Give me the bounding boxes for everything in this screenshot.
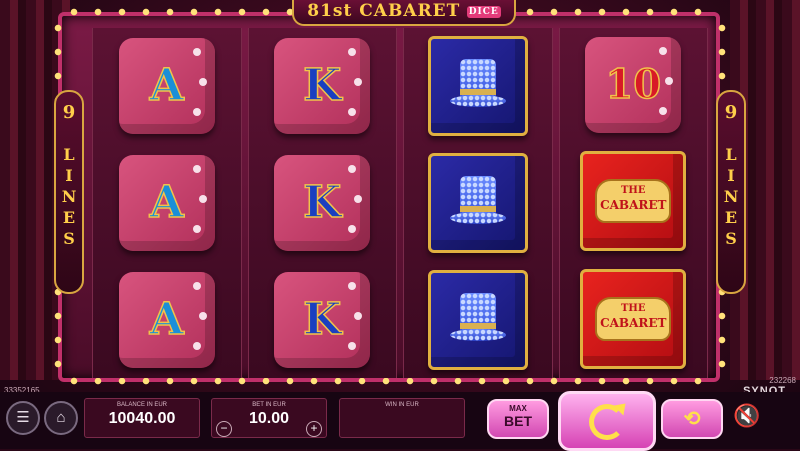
bet-decrease-button[interactable]: − [216, 421, 232, 437]
sound-icon: 🔇 [733, 403, 761, 428]
the-cabaret-logo: THE CABARET [595, 297, 672, 341]
symbol-label: A [149, 60, 185, 112]
symbol-label: 10 [605, 61, 662, 108]
win-label: WIN IN EUR [385, 402, 419, 408]
symbol-k-die: K [274, 271, 371, 368]
balance-label: BALANCE IN EUR [116, 402, 167, 408]
reel-4: 10 THE CABARET THE CABARET [558, 28, 708, 378]
autoplay-icon: ⟲ [683, 408, 701, 430]
symbol-label: A [149, 176, 185, 228]
reel-2: K K K [247, 28, 397, 378]
home-button[interactable]: ⌂ [44, 401, 78, 435]
spin-button[interactable] [558, 391, 656, 451]
symbol-label: K [302, 60, 342, 112]
top-hat-icon [449, 175, 506, 230]
lines-label: LINES [721, 145, 741, 250]
symbol-label: K [302, 176, 342, 228]
win-display: WIN IN EUR [339, 398, 465, 438]
reels: A A A K K K 10 THE CABARET THE CABARET [92, 28, 708, 378]
bet-display: BET IN EUR 10.00 − + [211, 398, 327, 438]
sound-button[interactable]: 🔇 [732, 401, 762, 431]
symbol-label: A [149, 293, 185, 345]
symbol-top-hat-die [427, 36, 528, 137]
lines-indicator-left: 9 LINES [54, 90, 84, 294]
game-stage: 81st CABARET DICE 9 LINES 9 LINES AAAKKK… [0, 0, 800, 449]
home-icon: ⌂ [56, 409, 66, 426]
max-bet-bottom-label: BET [504, 413, 532, 429]
max-bet-top-label: MAX [509, 404, 527, 413]
menu-button[interactable]: ☰ [6, 401, 40, 435]
lines-count: 9 [62, 102, 76, 123]
symbol-the-cabaret-die: THE CABARET [580, 269, 687, 369]
game-title: 81st CABARET [307, 1, 461, 21]
symbol-top-hat-die [427, 269, 528, 370]
top-hat-icon [449, 59, 506, 113]
symbol-k-die: K [274, 38, 371, 135]
bet-increase-button[interactable]: + [306, 421, 322, 437]
balance-display: BALANCE IN EUR 10040.00 [84, 398, 200, 438]
symbol-10-die: 10 [585, 37, 682, 133]
symbol-the-cabaret-die: THE CABARET [580, 151, 687, 251]
round-id: 232268 [769, 376, 796, 385]
bet-label: BET IN EUR [252, 402, 286, 408]
lines-indicator-right: 9 LINES [716, 90, 746, 294]
marquee-lights-bottom [62, 377, 716, 385]
game-logo: 81st CABARET DICE [292, 0, 516, 26]
the-cabaret-logo: THE CABARET [595, 179, 672, 223]
symbol-k-die: K [274, 154, 371, 251]
lines-count: 9 [724, 102, 738, 123]
game-title-badge: DICE [466, 5, 501, 18]
lines-label: LINES [59, 145, 79, 250]
menu-icon: ☰ [16, 409, 30, 426]
top-hat-icon [449, 292, 506, 347]
symbol-a-die: A [118, 271, 215, 368]
symbol-top-hat-die [427, 152, 528, 253]
symbol-a-die: A [118, 154, 215, 251]
symbol-label: K [302, 293, 342, 345]
balance-value: 10040.00 [108, 410, 176, 427]
symbol-a-die: A [118, 38, 215, 135]
reel-3 [403, 28, 553, 378]
reel-1: A A A [92, 28, 242, 378]
autoplay-button[interactable]: ⟲ [661, 399, 723, 439]
max-bet-button[interactable]: MAX BET [487, 399, 549, 439]
